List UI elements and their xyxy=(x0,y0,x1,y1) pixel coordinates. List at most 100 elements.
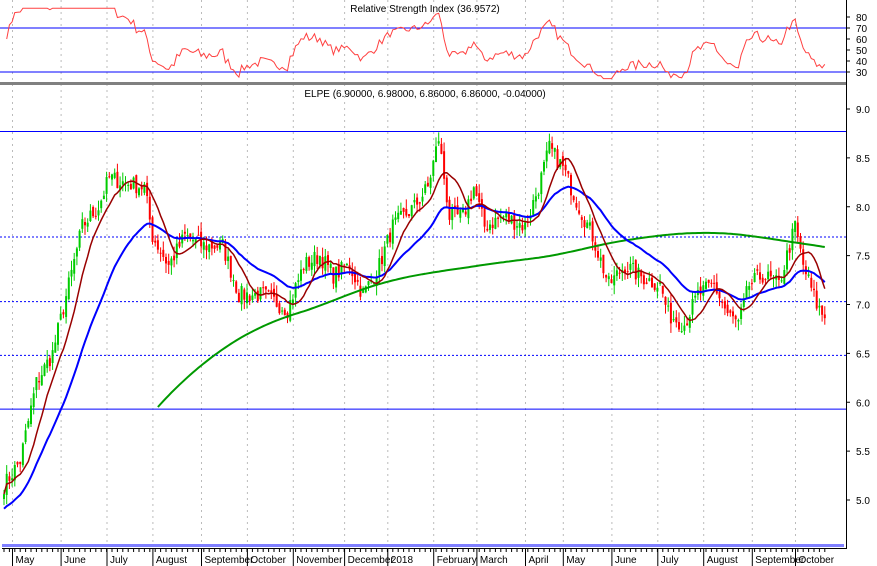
candle-body xyxy=(405,208,408,216)
rsi-tick-label: 70 xyxy=(856,24,868,35)
month-label: May xyxy=(566,555,585,566)
candle-body xyxy=(518,223,521,228)
candle-body xyxy=(97,210,100,216)
candle-body xyxy=(57,323,59,345)
candle-body xyxy=(678,322,680,330)
candle-body xyxy=(165,256,167,264)
candle-body xyxy=(548,140,551,154)
candle-body xyxy=(648,278,651,281)
candle-body xyxy=(426,182,429,187)
candle-body xyxy=(556,149,559,169)
candle-body xyxy=(737,320,740,322)
candle-body xyxy=(40,375,43,386)
candle-body xyxy=(105,177,108,194)
candle-body xyxy=(524,222,527,230)
candle-body xyxy=(586,222,589,229)
candle-body xyxy=(310,262,313,270)
candle-body xyxy=(791,228,794,251)
candle-body xyxy=(567,171,570,174)
candle-body xyxy=(440,143,443,154)
candle-body xyxy=(456,205,459,215)
rsi-tick-label: 80 xyxy=(856,13,868,24)
candle-body xyxy=(661,285,664,294)
candle-body xyxy=(610,279,613,284)
candle-body xyxy=(578,210,581,214)
candle-body xyxy=(651,277,653,288)
candle-body xyxy=(572,196,575,201)
price-tick-label: 7.5 xyxy=(856,252,870,263)
candle-body xyxy=(213,245,216,249)
candle-body xyxy=(116,171,119,189)
candle-body xyxy=(297,280,300,283)
candle-body xyxy=(683,325,686,331)
candle-body xyxy=(686,323,689,326)
candle-body xyxy=(156,240,159,250)
candle-body xyxy=(19,461,22,464)
candle-body xyxy=(148,196,151,220)
month-label: July xyxy=(661,555,679,566)
candle-body xyxy=(418,202,421,204)
candle-body xyxy=(602,254,605,274)
candle-body xyxy=(170,258,173,266)
candle-body xyxy=(705,281,707,289)
candle-body xyxy=(291,299,294,304)
month-label: October xyxy=(250,555,286,566)
candle-body xyxy=(67,277,70,300)
candle-body xyxy=(89,210,92,221)
candle-body xyxy=(532,200,535,215)
candle-body xyxy=(102,195,105,200)
candle-body xyxy=(634,260,637,280)
price-tick-label: 7.0 xyxy=(856,301,870,312)
candle-body xyxy=(94,215,97,217)
month-label: February xyxy=(437,555,477,566)
candle-body xyxy=(21,443,24,466)
candle-body xyxy=(613,275,616,286)
candle-body xyxy=(694,295,697,298)
candle-body xyxy=(732,311,734,317)
month-label: April xyxy=(529,555,549,566)
candle-body xyxy=(162,249,165,257)
candle-body xyxy=(248,295,251,301)
candle-body xyxy=(175,243,178,259)
candle-body xyxy=(202,242,205,250)
price-tick-label: 8.5 xyxy=(856,154,870,165)
candle-body xyxy=(100,200,103,209)
candle-body xyxy=(235,281,238,293)
candle-body xyxy=(354,272,356,283)
candle-body xyxy=(632,262,635,264)
candle-body xyxy=(734,315,737,320)
candle-body xyxy=(497,217,500,219)
candle-body xyxy=(3,494,5,500)
candle-body xyxy=(629,263,632,270)
candle-body xyxy=(259,287,262,300)
candle-body xyxy=(30,405,32,425)
candle-body xyxy=(437,141,440,144)
candle-body xyxy=(813,288,815,291)
candle-body xyxy=(637,267,640,278)
candle-body xyxy=(378,258,381,276)
rsi-tick-label: 60 xyxy=(856,35,868,46)
candle-body xyxy=(186,235,189,237)
candle-body xyxy=(278,303,281,314)
candle-body xyxy=(818,305,821,308)
candle-body xyxy=(75,248,78,257)
candle-body xyxy=(723,300,726,309)
candle-body xyxy=(264,286,267,290)
candle-body xyxy=(35,377,38,391)
candle-body xyxy=(605,274,608,278)
month-label: May xyxy=(16,555,35,566)
candle-body xyxy=(232,280,235,282)
candle-body xyxy=(389,232,392,243)
candle-body xyxy=(208,244,211,253)
ma-long-line xyxy=(157,231,825,408)
volume-strip xyxy=(2,544,844,547)
candle-body xyxy=(796,222,799,237)
month-label: August xyxy=(707,555,738,566)
candle-body xyxy=(335,266,338,288)
candle-body xyxy=(815,290,818,309)
candle-body xyxy=(402,207,405,212)
month-label: October xyxy=(799,555,835,566)
candle-body xyxy=(759,272,761,280)
candle-body xyxy=(386,235,389,244)
candle-body xyxy=(543,161,545,172)
